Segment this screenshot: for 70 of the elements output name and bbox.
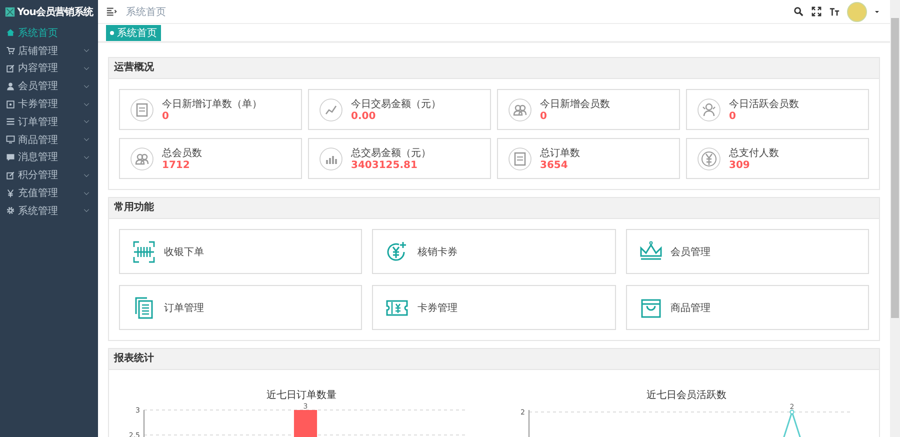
shortcut-card[interactable]: 会员管理 (626, 229, 869, 274)
cart-icon (6, 46, 15, 56)
panel-title: 运营概况 (109, 58, 879, 79)
scrollbar-thumb[interactable] (891, 18, 899, 318)
stat-label: 今日交易金额（元） (351, 98, 441, 111)
stat-value: 3403125.81 (351, 160, 418, 171)
person-icon (697, 98, 721, 122)
shortcut-card[interactable]: 收银下单 (119, 229, 362, 274)
font-size-icon[interactable] (829, 6, 840, 17)
shortcut-card[interactable]: 订单管理 (119, 285, 362, 330)
logo-icon (5, 7, 16, 17)
fullscreen-icon[interactable] (811, 6, 822, 17)
document-icon (508, 146, 532, 170)
card-icon (6, 100, 15, 109)
user-icon (6, 82, 15, 91)
stat-value: 0 (729, 111, 737, 122)
sidebar-item[interactable]: 卡券管理 (0, 95, 98, 113)
monitor-icon (6, 135, 15, 144)
stat-value: 0.00 (351, 111, 377, 122)
edit-icon (6, 64, 15, 73)
trend-icon (319, 98, 343, 122)
document-icon (130, 98, 154, 122)
chart-title: 近七日订单数量 (266, 388, 336, 402)
scrollbar[interactable] (890, 0, 900, 437)
shortcut-card[interactable]: 商品管理 (626, 285, 869, 330)
y-axis (528, 410, 529, 437)
sidebar-item[interactable]: 积分管理 (0, 166, 98, 184)
sidebar-item[interactable]: 店铺管理 (0, 42, 98, 60)
y-axis (143, 410, 144, 437)
yen-icon (697, 146, 721, 170)
sidebar-item[interactable]: 商品管理 (0, 130, 98, 149)
sidebar-item[interactable]: 订单管理 (0, 112, 98, 131)
panel-title: 常用功能 (109, 198, 879, 219)
users-icon (130, 146, 154, 170)
stat-value: 1712 (162, 160, 191, 171)
barcode-scan-icon (132, 240, 156, 264)
stat-value: 309 (729, 160, 751, 171)
sidebar-item[interactable]: 系统管理 (0, 202, 98, 220)
app-title: You会员营销系统 (17, 6, 93, 19)
stat-label: 总会员数 (162, 146, 202, 160)
sidebar-item[interactable]: 系统首页 (0, 24, 98, 42)
caret-icon (874, 8, 880, 14)
yen-icon (6, 188, 15, 198)
search-icon[interactable] (793, 6, 804, 17)
home-icon (6, 28, 15, 38)
sidebar-item[interactable]: 消息管理 (0, 148, 98, 166)
stat-label: 总订单数 (540, 146, 580, 160)
stat-label: 今日新增订单数（单） (162, 98, 262, 111)
edit-icon (6, 170, 15, 180)
users-icon (508, 98, 532, 122)
stat-label: 总交易金额（元） (351, 146, 431, 160)
stat-value: 0 (540, 111, 548, 122)
shortcut-card[interactable]: 核销卡券 (372, 229, 616, 274)
chart-title: 近七日会员活跃数 (646, 388, 726, 402)
sidebar-item[interactable]: 内容管理 (0, 60, 98, 78)
shortcut-card[interactable]: 卡券管理 (372, 285, 616, 330)
bar-chart-icon (319, 146, 343, 170)
gear-icon (6, 206, 15, 216)
list-icon (6, 117, 15, 126)
stat-label: 总支付人数 (729, 146, 779, 160)
chat-icon (6, 152, 15, 162)
stat-label: 今日活跃会员数 (729, 98, 799, 111)
sidebar-item[interactable]: 充值管理 (0, 184, 98, 202)
bar (293, 410, 317, 437)
panel-title: 报表统计 (109, 349, 879, 370)
menu-icon[interactable] (106, 6, 117, 17)
stat-value: 3654 (540, 160, 569, 171)
stat-value: 0 (162, 111, 170, 122)
stat-label: 今日新增会员数 (540, 98, 610, 111)
sidebar-item[interactable]: 会员管理 (0, 77, 98, 96)
